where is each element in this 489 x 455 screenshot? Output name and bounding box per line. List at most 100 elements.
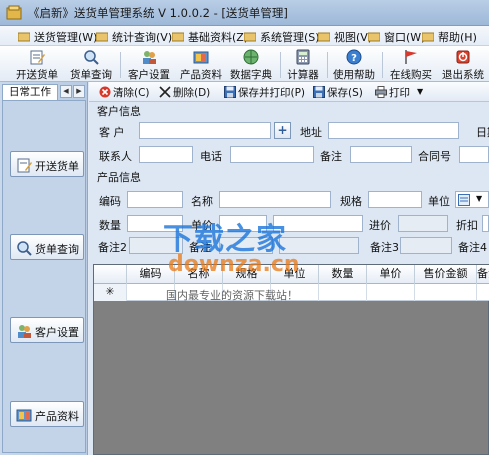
order-query-button[interactable]: 货单查询 [66, 47, 116, 81]
folder-icon [18, 32, 30, 42]
contract-field[interactable] [459, 146, 489, 163]
cell-note[interactable] [477, 284, 489, 301]
print-dropdown-arrow-icon[interactable]: ▼ [417, 85, 423, 100]
toolbar-separator [327, 52, 328, 78]
note-label: 备注 [320, 150, 342, 163]
col-qty[interactable]: 数量 [319, 265, 367, 284]
note3-label: 备注3 [370, 241, 399, 254]
address-field[interactable] [328, 122, 459, 139]
chevron-down-icon: ▼ [476, 194, 483, 203]
save-print-icon [224, 86, 236, 98]
toolbar-separator [280, 52, 281, 78]
contact-label: 联系人 [99, 150, 132, 163]
note3-field[interactable] [400, 237, 452, 254]
exit-button[interactable]: 退出系统 [438, 47, 488, 81]
product-icon [16, 409, 32, 422]
phone-label: 电话 [200, 150, 222, 163]
new-row-marker: ✳ [94, 284, 127, 301]
edit-form-icon [17, 158, 32, 173]
left-panel: 日常工作 ◀ ▶ 开送货单 货单查询 客户设置 产品资料 [0, 82, 88, 455]
unit-select[interactable]: ▼ [455, 191, 489, 208]
tab-daily-work[interactable]: 日常工作 [2, 84, 58, 100]
help-button[interactable]: ? 使用帮助 [330, 47, 378, 81]
code-label: 编码 [99, 195, 121, 208]
main-toolbar: 开送货单 货单查询 客户设置 产品资料 数据字典 计算器 ? 使用帮助 在线购买… [0, 46, 489, 82]
tab-prev-icon[interactable]: ◀ [60, 85, 72, 98]
customer-settings-button[interactable]: 客户设置 [124, 47, 174, 81]
note2-label: 备注2 [98, 241, 127, 254]
unit-label: 单位 [428, 195, 450, 208]
edit-form-icon [30, 50, 45, 65]
customer-pick-icon[interactable]: + [274, 122, 291, 139]
watermark-subtitle: 国内最专业的资源下载站！ [166, 289, 298, 302]
folder-icon [368, 32, 380, 42]
calculator-icon [296, 49, 310, 65]
cost-field [398, 215, 448, 232]
folder-icon [244, 32, 256, 42]
contact-field[interactable] [139, 146, 193, 163]
discount-label: 折扣 [456, 219, 478, 232]
toolbar-separator [120, 52, 121, 78]
col-note[interactable]: 备注 [477, 265, 489, 284]
name-field[interactable] [219, 191, 331, 208]
clear-icon [99, 86, 111, 98]
data-dictionary-button[interactable]: 数据字典 [226, 47, 276, 81]
cell-qty[interactable] [319, 284, 367, 301]
shortcut-area: 开送货单 货单查询 客户设置 产品资料 [2, 100, 86, 453]
address-label: 地址 [300, 126, 322, 139]
cost-label: 进价 [369, 219, 391, 232]
unit-list-icon [458, 194, 470, 206]
printer-icon [375, 86, 387, 98]
magnifier-icon [84, 50, 99, 65]
col-unit-price[interactable]: 单价 [367, 265, 415, 284]
name-label: 名称 [191, 195, 213, 208]
delete-x-icon [159, 86, 171, 98]
help-icon: ? [346, 49, 362, 65]
app-icon [6, 5, 22, 20]
customer-icon [18, 325, 31, 338]
magnifier-icon [17, 241, 32, 256]
product-info-section: 产品信息 [97, 171, 141, 184]
contract-label: 合同号 [418, 150, 451, 163]
shortcut-customer-settings-button[interactable]: 客户设置 [10, 317, 84, 343]
calculator-button[interactable]: 计算器 [282, 47, 324, 81]
discount-field[interactable] [482, 215, 489, 232]
customer-field[interactable] [139, 122, 271, 139]
window-title: 《启新》送货单管理系统 V 1.0.0.2 - [送货单管理] [28, 6, 288, 20]
customer-info-section: 客户信息 [97, 105, 141, 118]
product-data-button[interactable]: 产品资料 [176, 47, 226, 81]
new-delivery-button[interactable]: 开送货单 [12, 47, 62, 81]
buy-online-button[interactable]: 在线购买 [386, 47, 436, 81]
note-field[interactable] [350, 146, 412, 163]
save-icon [313, 86, 325, 98]
title-bar: 《启新》送货单管理系统 V 1.0.0.2 - [送货单管理] [0, 0, 489, 26]
date-label: 日期 [476, 126, 489, 139]
globe-icon [243, 49, 259, 65]
grid-corner [94, 265, 127, 284]
menu-bar: 送货管理(W) 统计查询(V) 基础资料(Z) 系统管理(S) 视图(V) 窗口… [0, 26, 489, 46]
flag-icon [405, 50, 417, 64]
shortcut-order-query-button[interactable]: 货单查询 [10, 234, 84, 260]
note4-label: 备注4 [458, 241, 487, 254]
customer-label: 客 户 [99, 126, 125, 139]
spec-label: 规格 [340, 195, 362, 208]
folder-icon [96, 32, 108, 42]
qty-label: 数量 [99, 219, 121, 232]
product-icon [193, 51, 209, 64]
phone-field[interactable] [230, 146, 314, 163]
cell-unit-price[interactable] [367, 284, 415, 301]
customer-icon [143, 51, 156, 64]
exit-icon [456, 50, 470, 64]
folder-icon [172, 32, 184, 42]
svg-text:?: ? [351, 53, 357, 64]
spec-field[interactable] [368, 191, 422, 208]
code-field[interactable] [127, 191, 183, 208]
folder-icon [422, 32, 434, 42]
folder-icon [318, 32, 330, 42]
col-sale-amount[interactable]: 售价金额 [415, 265, 477, 284]
cell-sale-amount[interactable] [415, 284, 477, 301]
toolbar-separator [382, 52, 383, 78]
shortcut-product-data-button[interactable]: 产品资料 [10, 401, 84, 427]
tab-next-icon[interactable]: ▶ [73, 85, 85, 98]
shortcut-new-delivery-button[interactable]: 开送货单 [10, 151, 84, 177]
